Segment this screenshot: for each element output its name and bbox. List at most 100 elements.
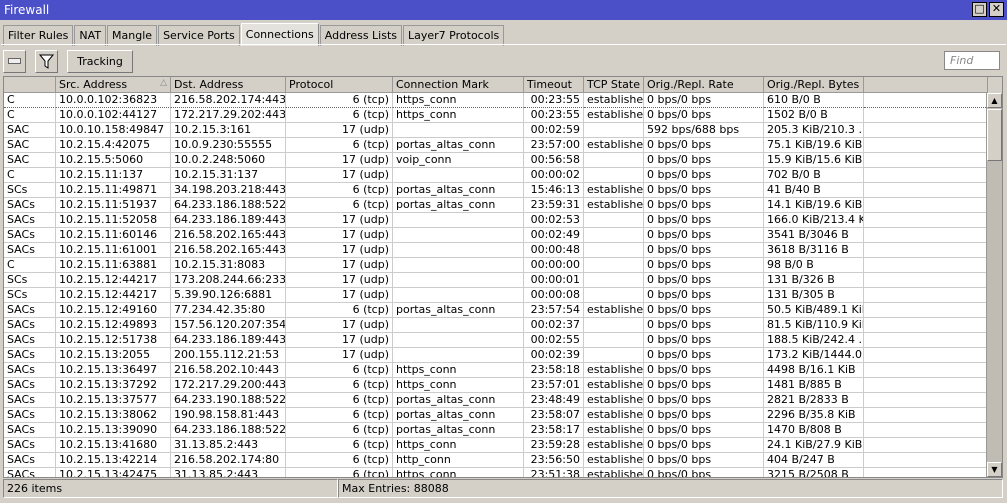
column-header-protocol[interactable]: Protocol <box>286 77 393 93</box>
table-row[interactable]: SACs 10.2.15.13:42475 31.13.85.2:443 6 (tcp… <box>4 468 1002 477</box>
cell-connection-mark: https_conn <box>393 363 524 378</box>
vertical-scrollbar[interactable]: ▲ ▼ <box>986 93 1002 477</box>
table-row[interactable]: SACs 10.2.15.11:60146 216.58.202.165:443 17… <box>4 228 1002 243</box>
tracking-button[interactable]: Tracking <box>67 50 133 73</box>
column-header-label: Timeout <box>527 78 572 91</box>
table-row[interactable]: SCs 10.2.15.12:44217 173.208.244.66:233...… <box>4 273 1002 288</box>
tab-connections[interactable]: Connections <box>240 23 319 46</box>
cell-flags: SACs <box>4 198 56 213</box>
table-row[interactable]: SAC 10.2.15.4:42075 10.0.9.230:55555 6 (tcp… <box>4 138 1002 153</box>
cell-dst-address: 173.208.244.66:233... <box>171 273 286 288</box>
cell-connection-mark: https_conn <box>393 108 524 123</box>
column-header-extra[interactable] <box>864 77 988 93</box>
find-input[interactable]: Find <box>944 51 1000 70</box>
filter-button[interactable] <box>35 50 58 73</box>
table-row[interactable]: SACs 10.2.15.13:41680 31.13.85.2:443 6 (tcp… <box>4 438 1002 453</box>
table-row[interactable]: SACs 10.2.15.12:49893 157.56.120.207:3544 1… <box>4 318 1002 333</box>
cell-dst-address: 64.233.186.189:443 <box>171 213 286 228</box>
scroll-up-icon[interactable]: ▲ <box>987 93 1002 108</box>
cell-rate: 0 bps/0 bps <box>644 468 764 477</box>
column-header-flags[interactable] <box>4 77 56 93</box>
table-row[interactable]: SACs 10.2.15.13:42214 216.58.202.174:80 6 (… <box>4 453 1002 468</box>
cell-src-address: 10.2.15.13:42214 <box>56 453 171 468</box>
cell-timeout: 23:57:00 <box>524 138 584 153</box>
cell-tcp-state <box>584 243 644 258</box>
table-row[interactable]: SAC 10.2.15.5:5060 10.0.2.248:5060 17 (udp)… <box>4 153 1002 168</box>
column-header-label: Dst. Address <box>174 78 244 91</box>
cell-src-address: 10.2.15.13:39090 <box>56 423 171 438</box>
cell-tcp-state: establishe <box>584 468 644 477</box>
cell-flags: C <box>4 258 56 273</box>
close-icon[interactable]: ✕ <box>989 2 1004 17</box>
scroll-thumb[interactable] <box>987 109 1002 161</box>
cell-bytes: 3618 B/3116 B <box>764 243 864 258</box>
max-entries: Max Entries: 88088 <box>338 479 1003 498</box>
column-header-rate[interactable]: Orig./Repl. Rate <box>644 77 764 93</box>
cell-bytes: 14.1 KiB/19.6 KiB <box>764 198 864 213</box>
cell-rate: 0 bps/0 bps <box>644 288 764 303</box>
cell-dst-address: 200.155.112.21:53 <box>171 348 286 363</box>
remove-button[interactable] <box>3 50 26 73</box>
cell-extra <box>864 123 988 138</box>
table-row[interactable]: SACs 10.2.15.11:52058 64.233.186.189:443 17… <box>4 213 1002 228</box>
cell-extra <box>864 138 988 153</box>
cell-tcp-state <box>584 168 644 183</box>
column-header-src-address[interactable]: Src. Address △ <box>56 77 171 93</box>
cell-dst-address: 216.58.202.10:443 <box>171 363 286 378</box>
table-row[interactable]: C 10.2.15.11:137 10.2.15.31:137 17 (udp) 00:… <box>4 168 1002 183</box>
column-header-timeout[interactable]: Timeout <box>524 77 584 93</box>
cell-timeout: 00:00:48 <box>524 243 584 258</box>
table-row[interactable]: SACs 10.2.15.12:49160 77.234.42.35:80 6 (tc… <box>4 303 1002 318</box>
filter-icon <box>38 54 55 69</box>
tab-address-lists[interactable]: Address Lists <box>319 25 403 46</box>
cell-bytes: 24.1 KiB/27.9 KiB <box>764 438 864 453</box>
cell-src-address: 10.2.15.11:137 <box>56 168 171 183</box>
table-row[interactable]: SACs 10.2.15.12:51738 64.233.186.189:443 17… <box>4 333 1002 348</box>
cell-rate: 0 bps/0 bps <box>644 273 764 288</box>
cell-timeout: 00:02:49 <box>524 228 584 243</box>
table-row[interactable]: SCs 10.2.15.11:49871 34.198.203.218:443 6 (… <box>4 183 1002 198</box>
cell-extra <box>864 108 988 123</box>
cell-src-address: 10.2.15.13:38062 <box>56 408 171 423</box>
column-header-dst-address[interactable]: Dst. Address <box>171 77 286 93</box>
column-header-bytes[interactable]: Orig./Repl. Bytes <box>764 77 864 93</box>
scroll-down-icon[interactable]: ▼ <box>987 462 1002 477</box>
tab-nat[interactable]: NAT <box>74 25 107 46</box>
tab-layer7-protocols[interactable]: Layer7 Protocols <box>403 25 505 46</box>
table-row[interactable]: SACs 10.2.15.13:39090 64.233.186.188:5228 6… <box>4 423 1002 438</box>
cell-extra <box>864 378 988 393</box>
tab-service-ports[interactable]: Service Ports <box>158 25 240 46</box>
table-row[interactable]: SACs 10.2.15.13:38062 190.98.158.81:443 6 (… <box>4 408 1002 423</box>
table-row[interactable]: C 10.0.0.102:44127 172.217.29.202:443 6 (tc… <box>4 108 1002 123</box>
cell-bytes: 188.5 KiB/242.4 ... <box>764 333 864 348</box>
cell-src-address: 10.2.15.11:61001 <box>56 243 171 258</box>
table-row[interactable]: SCs 10.2.15.12:44217 5.39.90.126:6881 17 (u… <box>4 288 1002 303</box>
cell-src-address: 10.2.15.4:42075 <box>56 138 171 153</box>
column-header-tcp-state[interactable]: TCP State <box>584 77 644 93</box>
cell-connection-mark: portas_altas_conn <box>393 423 524 438</box>
cell-connection-mark <box>393 348 524 363</box>
table-row[interactable]: SACs 10.2.15.13:37292 172.217.29.200:443 6 … <box>4 378 1002 393</box>
table-row[interactable]: SACs 10.2.15.13:2055 200.155.112.21:53 17 (… <box>4 348 1002 363</box>
tab-filter-rules[interactable]: Filter Rules <box>3 25 74 46</box>
table-row[interactable]: SAC 10.0.10.158:49847 10.2.15.3:161 17 (udp… <box>4 123 1002 138</box>
cell-flags: SACs <box>4 228 56 243</box>
column-header-connection-mark[interactable]: Connection Mark <box>393 77 524 93</box>
cell-connection-mark: portas_altas_conn <box>393 408 524 423</box>
table-row[interactable]: C 10.2.15.11:63881 10.2.15.31:8083 17 (udp)… <box>4 258 1002 273</box>
tab-mangle[interactable]: Mangle <box>107 25 158 46</box>
table-row[interactable]: SACs 10.2.15.13:37577 64.233.190.188:5228 6… <box>4 393 1002 408</box>
table-row[interactable]: C 10.0.0.102:36823 216.58.202.174:443 6 (tc… <box>4 93 1002 108</box>
cell-flags: SCs <box>4 183 56 198</box>
cell-rate: 0 bps/0 bps <box>644 93 764 108</box>
table-row[interactable]: SACs 10.2.15.11:61001 216.58.202.165:443 17… <box>4 243 1002 258</box>
sort-ascending-icon[interactable]: △ <box>160 78 167 88</box>
cell-flags: SAC <box>4 138 56 153</box>
maximize-icon[interactable]: □ <box>972 2 987 17</box>
table-row[interactable]: SACs 10.2.15.11:51937 64.233.186.188:5228 6… <box>4 198 1002 213</box>
cell-timeout: 00:00:02 <box>524 168 584 183</box>
cell-protocol: 6 (tcp) <box>286 393 393 408</box>
table-row[interactable]: SACs 10.2.15.13:36497 216.58.202.10:443 6 (… <box>4 363 1002 378</box>
cell-tcp-state: establishe <box>584 438 644 453</box>
column-header-label: Orig./Repl. Rate <box>647 78 734 91</box>
